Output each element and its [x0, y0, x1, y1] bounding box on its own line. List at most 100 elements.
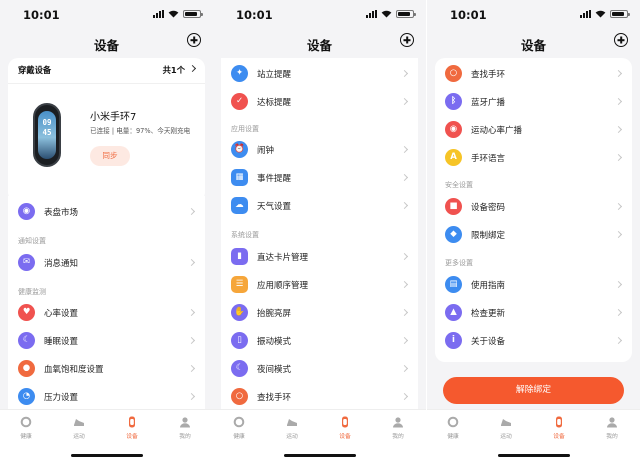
row-label: 查找手环	[257, 393, 292, 403]
shoe-icon	[287, 419, 297, 426]
row-find-band[interactable]: ○ 查找手环	[435, 60, 632, 88]
row-weather[interactable]: ☁ 天气设置	[221, 192, 418, 220]
divider	[8, 83, 205, 84]
add-device-button[interactable]	[400, 33, 414, 47]
chevron-right-icon	[614, 230, 623, 239]
user-icon	[393, 417, 403, 428]
row-label: 运动心率广播	[471, 126, 523, 136]
row-spo2[interactable]: ● 血氧饱和度设置	[8, 355, 205, 383]
section-label: 健康监测	[18, 288, 46, 296]
row-sleep[interactable]: ☾ 睡眠设置	[8, 327, 205, 355]
row-notifications[interactable]: ✉ 消息通知	[8, 249, 205, 277]
row-raise-wrist[interactable]: ✋ 抬腕亮屏	[221, 299, 418, 327]
home-indicator	[70, 454, 143, 457]
phone-screen-devices-3: 10:01 设备 ○ 查找手环 ᛒ 蓝牙广播 ◉ 运动心率广播 A 手环语言 安…	[427, 0, 640, 462]
row-find-band[interactable]: ○ 查找手环	[221, 383, 418, 411]
status-time: 10:01	[23, 8, 60, 22]
tab-health[interactable]: 健康	[219, 416, 259, 440]
home-indicator	[497, 454, 570, 457]
chevron-right-icon	[187, 364, 196, 373]
row-label: 直达卡片管理	[257, 253, 309, 263]
section-label: 应用设置	[231, 125, 259, 133]
device-name: 小米手环7	[90, 112, 137, 123]
tab-health[interactable]: 健康	[6, 416, 46, 440]
row-stress[interactable]: ◔ 压力设置	[8, 383, 205, 411]
tab-label: 设备	[339, 434, 351, 440]
tab-me[interactable]: 我的	[592, 416, 632, 440]
broadcast-icon: ◉	[445, 121, 462, 138]
row-about-device[interactable]: i 关于设备	[435, 327, 632, 355]
row-event-reminder[interactable]: ▦ 事件提醒	[221, 164, 418, 192]
row-label: 天气设置	[257, 202, 292, 212]
chevron-right-icon	[614, 69, 623, 78]
tab-bar: 健康 运动 设备 我的	[427, 409, 640, 462]
row-vibration[interactable]: ▯ 振动模式	[221, 327, 418, 355]
row-label: 检查更新	[471, 309, 506, 319]
calendar-icon: ▦	[231, 169, 248, 186]
row-hr-broadcast[interactable]: ◉ 运动心率广播	[435, 116, 632, 144]
header: 设备	[213, 30, 426, 58]
tab-me[interactable]: 我的	[165, 416, 205, 440]
add-device-button[interactable]	[614, 33, 628, 47]
tab-sport[interactable]: 运动	[272, 416, 312, 440]
tab-me[interactable]: 我的	[378, 416, 418, 440]
row-alarm[interactable]: ⏰ 闹钟	[221, 136, 418, 164]
add-device-button[interactable]	[187, 33, 201, 47]
battery-icon	[610, 10, 630, 18]
chevron-right-icon	[187, 392, 196, 401]
row-stand-reminder[interactable]: ✦ 站立提醒	[221, 60, 418, 88]
status-bar: 10:01	[213, 0, 426, 30]
target-icon: ✓	[231, 93, 248, 110]
lock-icon: ■	[445, 198, 462, 215]
settings-card: ✦ 站立提醒 ✓ 达标提醒 应用设置 ⏰ 闹钟 ▦ 事件提醒 ☁ 天气设置 系统…	[221, 58, 418, 416]
row-shortcut-cards[interactable]: ▮ 直达卡片管理	[221, 243, 418, 271]
wearables-title: 穿戴设备	[18, 65, 52, 75]
tab-label: 运动	[500, 434, 512, 440]
chevron-right-icon	[614, 202, 623, 211]
tab-label: 我的	[392, 434, 404, 440]
chevron-right-icon	[400, 364, 409, 373]
row-restrict-binding[interactable]: ◆ 限制绑定	[435, 221, 632, 249]
row-label: 达标提醒	[257, 98, 292, 108]
settings-card: ◉ 表盘市场 通知设置 ✉ 消息通知 健康监测 ♥ 心率设置 ☾ 睡眠设置 ● …	[8, 196, 205, 416]
row-app-order[interactable]: ☰ 应用顺序管理	[221, 271, 418, 299]
unbind-button[interactable]: 解除绑定	[443, 377, 624, 404]
stand-icon: ✦	[231, 65, 248, 82]
tab-sport[interactable]: 运动	[486, 416, 526, 440]
page-title: 设备	[306, 38, 332, 53]
shoe-icon	[501, 419, 511, 426]
tab-sport[interactable]: 运动	[59, 416, 99, 440]
phone-screen-devices-1: 10:01 设备 穿戴设备 共1个 09 45 小米手环7 已连接 | 电量：9…	[0, 0, 213, 462]
tab-label: 健康	[233, 434, 245, 440]
row-watchface-market[interactable]: ◉ 表盘市场	[8, 198, 205, 226]
row-bluetooth-broadcast[interactable]: ᛒ 蓝牙广播	[435, 88, 632, 116]
row-heart-rate[interactable]: ♥ 心率设置	[8, 299, 205, 327]
row-band-language[interactable]: A 手环语言	[435, 144, 632, 172]
row-label: 消息通知	[44, 259, 79, 269]
chevron-right-icon	[400, 145, 409, 154]
tab-device[interactable]: 设备	[539, 416, 579, 440]
chevron-right-icon	[400, 252, 409, 261]
row-label: 使用指南	[471, 281, 506, 291]
row-check-update[interactable]: ▲ 检查更新	[435, 299, 632, 327]
row-label: 手环语言	[471, 154, 506, 164]
tab-label: 健康	[447, 434, 459, 440]
row-label: 振动模式	[257, 337, 292, 347]
band-device-icon	[342, 416, 348, 428]
page-title: 设备	[520, 38, 546, 53]
bluetooth-icon: ᛒ	[445, 93, 462, 110]
row-goal-reminder[interactable]: ✓ 达标提醒	[221, 88, 418, 116]
row-night-mode[interactable]: ☾ 夜间模式	[221, 355, 418, 383]
row-device-password[interactable]: ■ 设备密码	[435, 193, 632, 221]
wifi-icon	[381, 10, 392, 18]
status-icons	[153, 10, 203, 18]
wearables-header[interactable]: 穿戴设备 共1个	[18, 64, 197, 80]
row-label: 蓝牙广播	[471, 98, 506, 108]
device-status: 已连接 | 电量：97%、今天刚充电	[90, 127, 191, 135]
message-icon: ✉	[18, 254, 35, 271]
row-user-guide[interactable]: ▤ 使用指南	[435, 271, 632, 299]
tab-health[interactable]: 健康	[433, 416, 473, 440]
tab-device[interactable]: 设备	[112, 416, 152, 440]
sync-button[interactable]: 同步	[90, 146, 130, 166]
tab-device[interactable]: 设备	[325, 416, 365, 440]
